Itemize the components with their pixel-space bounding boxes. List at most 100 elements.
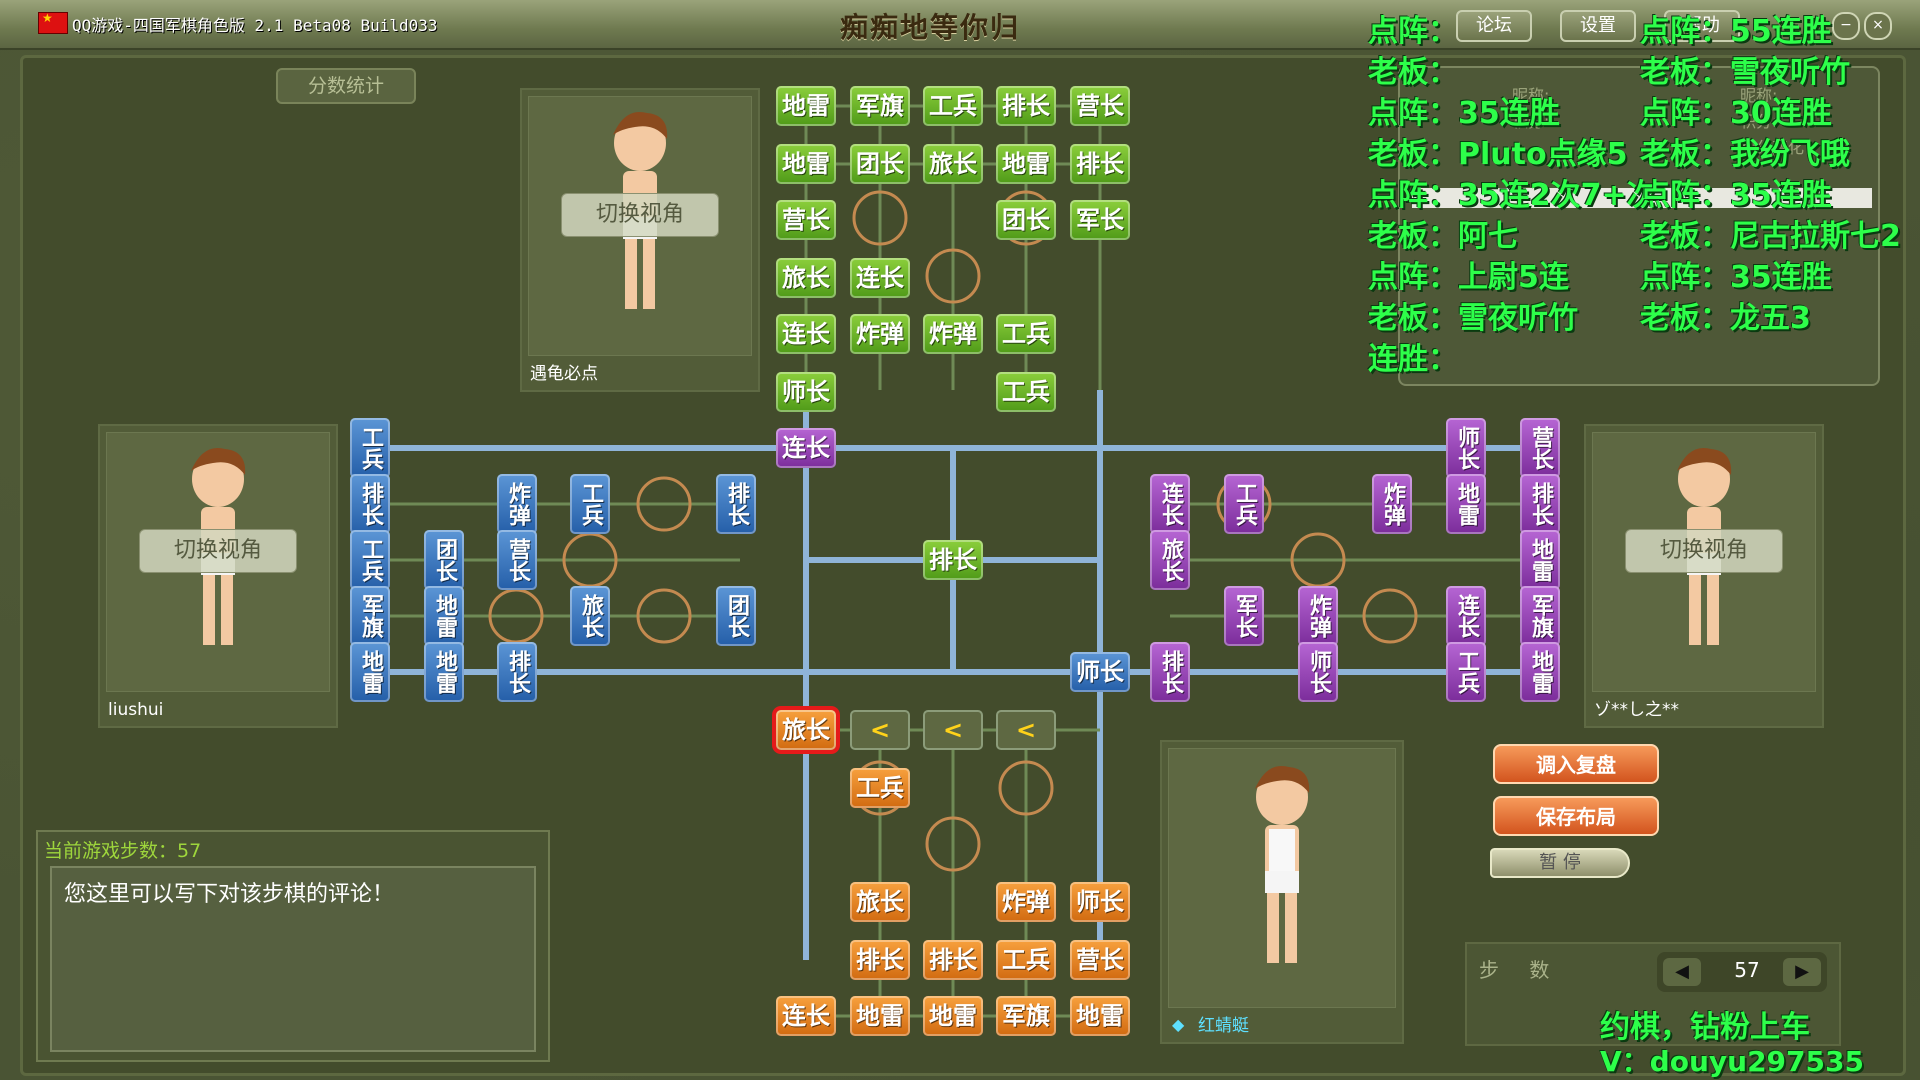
piece-left-c1r3[interactable]: 工兵 <box>350 530 390 590</box>
piece-top-r1c1[interactable]: 地雷 <box>776 86 836 126</box>
current-moves-label: 当前游戏步数：57 <box>44 840 202 862</box>
piece-top-r5c2[interactable]: 炸弹 <box>850 314 910 354</box>
piece-bottom-r6c1[interactable]: 连长 <box>776 996 836 1036</box>
piece-top-r4c1[interactable]: 旅长 <box>776 258 836 298</box>
piece-top-r1c2[interactable]: 军旗 <box>850 86 910 126</box>
next-step-button[interactable]: ▶ <box>1783 958 1821 986</box>
piece-right-cFr5[interactable]: 地雷 <box>1520 642 1560 702</box>
overlay-left-line: 老板：阿七 <box>1368 219 1518 254</box>
save-layout-button[interactable]: 保存布局 <box>1493 796 1659 836</box>
piece-right-cEr2[interactable]: 地雷 <box>1446 474 1486 534</box>
piece-right-cEr1[interactable]: 师长 <box>1446 418 1486 478</box>
piece-bottom-r4c4[interactable]: 炸弹 <box>996 882 1056 922</box>
comment-input[interactable]: 您这里可以写下对该步棋的评论！ <box>50 866 536 1052</box>
piece-right-cFr4[interactable]: 军旗 <box>1520 586 1560 646</box>
overlay-left-line: 连胜： <box>1368 342 1458 377</box>
piece-top-r3c4[interactable]: 团长 <box>996 200 1056 240</box>
overlay-right-line: 点阵：35连胜 <box>1640 260 1832 295</box>
piece-right-cBr2[interactable]: 工兵 <box>1224 474 1264 534</box>
piece-right-cFr3[interactable]: 地雷 <box>1520 530 1560 590</box>
piece-right-cEr5[interactable]: 工兵 <box>1446 642 1486 702</box>
overlay-right-line: 老板：我纷飞哦 <box>1640 137 1850 172</box>
piece-left-c1r2[interactable]: 排长 <box>350 474 390 534</box>
piece-left-c2r4[interactable]: 地雷 <box>424 586 464 646</box>
overlay-promo-line: V：douyu297535 <box>1600 1045 1864 1078</box>
piece-top-r3c5[interactable]: 军长 <box>1070 200 1130 240</box>
piece-right-cAr3[interactable]: 旅长 <box>1150 530 1190 590</box>
piece-bottom-r6c2[interactable]: 地雷 <box>850 996 910 1036</box>
piece-bottom-r4c5[interactable]: 师长 <box>1070 882 1130 922</box>
piece-right-cEr4[interactable]: 连长 <box>1446 586 1486 646</box>
piece-bottom-r5c2[interactable]: 排长 <box>850 940 910 980</box>
overlay-right-line: 老板：雪夜听竹 <box>1640 55 1850 90</box>
piece-bottom-r5c5[interactable]: 营长 <box>1070 940 1130 980</box>
pause-button[interactable]: 暂 停 <box>1490 848 1630 878</box>
steps-value: 57 <box>1734 958 1760 982</box>
piece-left-c3r2[interactable]: 炸弹 <box>497 474 537 534</box>
piece-bottom-r6c3[interactable]: 地雷 <box>923 996 983 1036</box>
piece-bottom-r4c2[interactable]: 旅长 <box>850 882 910 922</box>
piece-left-c3r5[interactable]: 排长 <box>497 642 537 702</box>
piece-right-cAr2[interactable]: 连长 <box>1150 474 1190 534</box>
piece-top-r1c4[interactable]: 排长 <box>996 86 1056 126</box>
piece-right-cAr5[interactable]: 排长 <box>1150 642 1190 702</box>
overlay-right-line: 老板：龙五3 <box>1640 301 1811 336</box>
piece-bottom-r5c3[interactable]: 排长 <box>923 940 983 980</box>
piece-top-r5c3[interactable]: 炸弹 <box>923 314 983 354</box>
piece-top-r2c1[interactable]: 地雷 <box>776 144 836 184</box>
piece-left-c4r4[interactable]: 旅长 <box>570 586 610 646</box>
piece-top-r6c4[interactable]: 工兵 <box>996 372 1056 412</box>
piece-left-c3r3[interactable]: 营长 <box>497 530 537 590</box>
piece-center-lianzhang[interactable]: 连长 <box>776 428 836 468</box>
piece-right-cCr4[interactable]: 炸弹 <box>1298 586 1338 646</box>
piece-right-cFr2[interactable]: 排长 <box>1520 474 1560 534</box>
piece-right-cBr4[interactable]: 军长 <box>1224 586 1264 646</box>
load-replay-button[interactable]: 调入复盘 <box>1493 744 1659 784</box>
piece-left-c2r3[interactable]: 团长 <box>424 530 464 590</box>
piece-top-r5c1[interactable]: 连长 <box>776 314 836 354</box>
piece-top-r1c5[interactable]: 营长 <box>1070 86 1130 126</box>
piece-center-shizhang[interactable]: 师长 <box>1070 652 1130 692</box>
piece-top-r4c2[interactable]: 连长 <box>850 258 910 298</box>
piece-top-r3c1[interactable]: 营长 <box>776 200 836 240</box>
piece-bottom-r2c2[interactable]: 工兵 <box>850 768 910 808</box>
piece-top-r1c3[interactable]: 工兵 <box>923 86 983 126</box>
steps-label: 步 数 <box>1479 958 1562 982</box>
piece-top-r2c4[interactable]: 地雷 <box>996 144 1056 184</box>
game-window: QQ游戏-四国军棋角色版 2.1 Beta08 Build033 痴痴地等你归 … <box>0 0 1920 1080</box>
piece-top-r2c5[interactable]: 排长 <box>1070 144 1130 184</box>
piece-bottom-selected[interactable]: 旅长 <box>776 710 836 750</box>
piece-top-r2c2[interactable]: 团长 <box>850 144 910 184</box>
piece-left-c1r4[interactable]: 军旗 <box>350 586 390 646</box>
piece-bottom-r5c4[interactable]: 工兵 <box>996 940 1056 980</box>
piece-left-c1r5[interactable]: 地雷 <box>350 642 390 702</box>
overlay-left-line: 老板： <box>1368 55 1458 90</box>
piece-left-c2r5[interactable]: 地雷 <box>424 642 464 702</box>
steps-stepper: ◀ 57 ▶ <box>1657 952 1827 992</box>
overlay-right-line: 点阵：55连胜 <box>1640 14 1832 49</box>
piece-top-r2c3[interactable]: 旅长 <box>923 144 983 184</box>
overlay-left-line: 点阵：上尉5连 <box>1368 260 1569 295</box>
piece-top-r5c4[interactable]: 工兵 <box>996 314 1056 354</box>
overlay-right-line: 点阵：30连胜 <box>1640 96 1832 131</box>
move-arrow: < <box>996 710 1056 750</box>
overlay-left-line: 点阵：35连2次7+次 <box>1368 178 1657 213</box>
piece-left-c6r4[interactable]: 团长 <box>716 586 756 646</box>
piece-right-cCr5[interactable]: 师长 <box>1298 642 1338 702</box>
piece-bottom-r6c4[interactable]: 军旗 <box>996 996 1056 1036</box>
prev-step-button[interactable]: ◀ <box>1663 958 1701 986</box>
move-arrow: < <box>923 710 983 750</box>
piece-left-c1r1[interactable]: 工兵 <box>350 418 390 478</box>
overlay-left-line: 点阵： <box>1368 14 1458 49</box>
overlay-right-line: 老板：尼古拉斯七2 <box>1640 219 1901 254</box>
piece-left-c4r2[interactable]: 工兵 <box>570 474 610 534</box>
piece-right-cDr2[interactable]: 炸弹 <box>1372 474 1412 534</box>
piece-bottom-r6c5[interactable]: 地雷 <box>1070 996 1130 1036</box>
overlay-left-line: 点阵：35连胜 <box>1368 96 1560 131</box>
overlay-right-line: 点阵：35连胜 <box>1640 178 1832 213</box>
piece-right-cFr1[interactable]: 营长 <box>1520 418 1560 478</box>
piece-center-paizhang[interactable]: 排长 <box>923 540 983 580</box>
piece-left-c6r2[interactable]: 排长 <box>716 474 756 534</box>
piece-top-r6c1[interactable]: 师长 <box>776 372 836 412</box>
move-arrow: < <box>850 710 910 750</box>
